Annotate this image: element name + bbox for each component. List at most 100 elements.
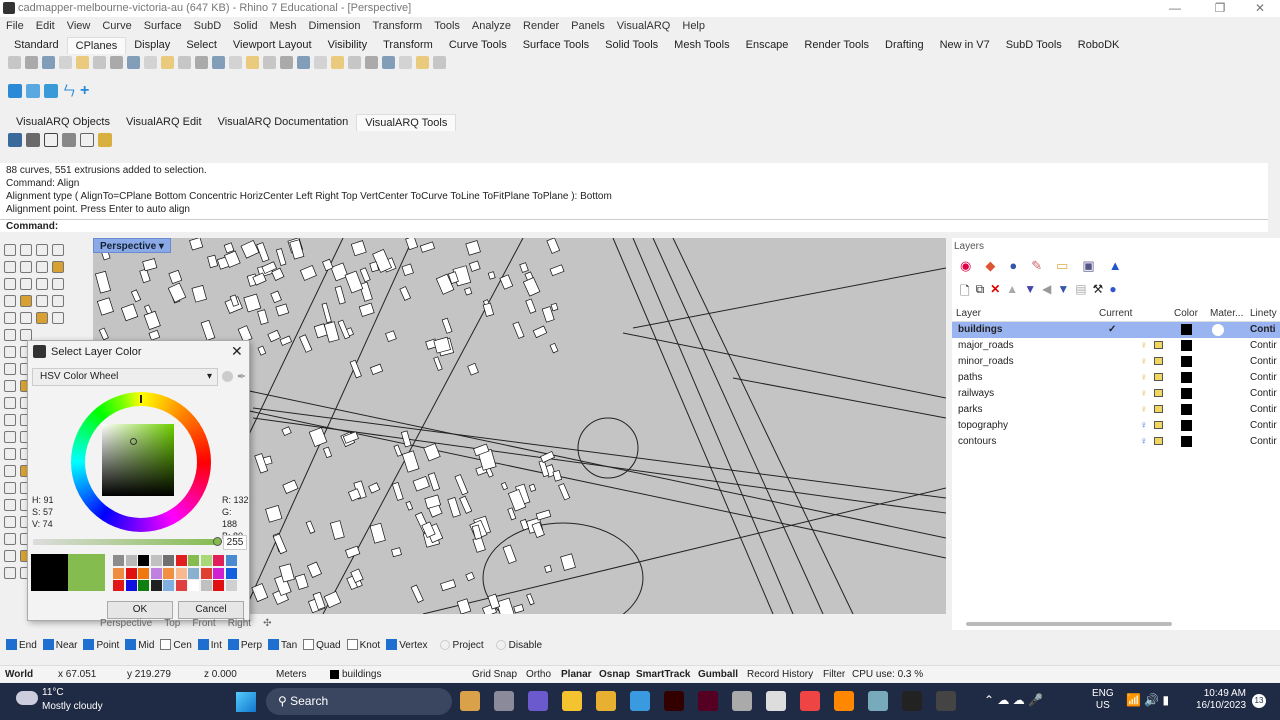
menu-file[interactable]: File (0, 18, 30, 35)
tool-icon[interactable] (20, 261, 32, 273)
grid-snap-toggle[interactable]: Grid Snap (472, 666, 517, 683)
viewport-label[interactable]: Perspective ▾ (93, 238, 171, 253)
layer-row-railways[interactable]: railways ♀ Contir (952, 386, 1280, 402)
checkbox[interactable] (125, 639, 137, 650)
move-up-icon[interactable]: ▲ (1006, 282, 1018, 303)
tab-enscape[interactable]: Enscape (738, 37, 797, 54)
layer-icon[interactable] (26, 84, 40, 98)
tool-icon[interactable] (52, 278, 64, 290)
palette-swatch[interactable] (213, 555, 224, 566)
palette-swatch[interactable] (138, 580, 149, 591)
linetype[interactable]: Contir (1250, 338, 1277, 354)
taskbar-app-icon[interactable] (766, 691, 786, 711)
ortho-toggle[interactable]: Ortho (526, 666, 551, 683)
tab-perspective[interactable]: Perspective (100, 618, 152, 629)
tab-right[interactable]: Right (228, 618, 251, 629)
tab-display[interactable]: Display (126, 37, 178, 54)
tab-subd-tools[interactable]: SubD Tools (998, 37, 1070, 54)
weather-icon[interactable] (16, 691, 38, 705)
checkbox[interactable] (303, 639, 315, 650)
taskbar-app-icon[interactable] (494, 691, 514, 711)
taskbar-app-icon[interactable] (834, 691, 854, 711)
cplane-tool-icon[interactable] (42, 56, 55, 69)
tool-icon[interactable] (36, 278, 48, 290)
cplane-tool-icon[interactable] (348, 56, 361, 69)
cplane-tool-icon[interactable] (331, 56, 344, 69)
sv-marker[interactable] (130, 438, 137, 445)
clock[interactable]: 10:49 AM 16/10/2023 (1196, 688, 1246, 712)
palette-swatch[interactable] (200, 555, 212, 566)
palette-swatch[interactable] (163, 567, 174, 579)
radio[interactable] (495, 640, 506, 650)
filter-toggle[interactable]: Filter (823, 666, 845, 683)
palette-swatch[interactable] (225, 567, 237, 579)
lightbulb-icon[interactable]: ♀ (1140, 386, 1148, 402)
linetype[interactable]: Contir (1250, 354, 1277, 370)
tool-icon[interactable] (36, 261, 48, 273)
cplane-tool-icon[interactable] (178, 56, 191, 69)
cplane-tool-icon[interactable] (195, 56, 208, 69)
hue-marker[interactable] (140, 395, 142, 403)
taskbar-app-icon[interactable] (732, 691, 752, 711)
tab-surface-tools[interactable]: Surface Tools (515, 37, 597, 54)
tab-visibility[interactable]: Visibility (320, 37, 376, 54)
cplane-tool-icon[interactable] (144, 56, 157, 69)
checkbox[interactable] (160, 639, 172, 650)
osnap-int[interactable]: Int (197, 639, 222, 653)
house-icon[interactable] (44, 133, 58, 147)
osnap-near[interactable]: Near (42, 639, 77, 653)
tool-icon[interactable] (52, 312, 64, 324)
layer-name[interactable]: topography (958, 418, 1008, 434)
palette-swatch[interactable] (225, 580, 237, 591)
tab-visualarq-edit[interactable]: VisualARQ Edit (118, 114, 210, 131)
palette-swatch[interactable] (188, 567, 199, 579)
palette-swatch[interactable] (175, 555, 187, 566)
cplane-tool-icon[interactable] (212, 56, 225, 69)
palette-swatch[interactable] (125, 567, 137, 579)
network-sound-icons[interactable]: 📶 🔊 ▮ (1126, 693, 1169, 707)
cplane-tool-icon[interactable] (246, 56, 259, 69)
weather-text[interactable]: Mostly cloudy (42, 701, 103, 712)
cplane-tool-icon[interactable] (8, 56, 21, 69)
linetype[interactable]: Contir (1250, 418, 1277, 434)
layer-color-swatch[interactable] (1181, 372, 1192, 383)
copy-icon[interactable]: ▤ (1075, 282, 1086, 303)
tab-cplanes[interactable]: CPlanes (66, 37, 127, 54)
layer-row-contours[interactable]: contours ♀ Contir (952, 434, 1280, 450)
cplane-tool-icon[interactable] (229, 56, 242, 69)
tool-icon[interactable] (4, 312, 16, 324)
tool-icon[interactable] (20, 278, 32, 290)
tool-icon[interactable] (36, 312, 48, 324)
cplane-tool-icon[interactable] (280, 56, 293, 69)
checkbox[interactable] (268, 639, 280, 650)
tool-icon[interactable] (4, 329, 16, 341)
building-icon[interactable] (26, 133, 40, 147)
material-icon[interactable] (1212, 324, 1224, 336)
command-input[interactable]: Command: (0, 219, 1268, 232)
layer-name[interactable]: major_roads (958, 338, 1014, 354)
minimize-button[interactable]: — (1160, 0, 1190, 17)
display-color-icon[interactable]: ◉ (960, 258, 971, 274)
tab-solid-tools[interactable]: Solid Tools (597, 37, 666, 54)
osnap-tan[interactable]: Tan (268, 639, 297, 653)
layers-tab-icon[interactable]: ◆ (985, 258, 995, 274)
palette-swatch[interactable] (113, 580, 124, 591)
taskbar-app-icon[interactable] (596, 691, 616, 711)
osnap-point[interactable]: Point (83, 639, 119, 653)
palette-swatch[interactable] (175, 567, 187, 579)
add-viewport-icon[interactable]: ✣ (263, 618, 271, 629)
col-color[interactable]: Color (1174, 306, 1198, 322)
cplane-tool-icon[interactable] (416, 56, 429, 69)
lock-open-icon[interactable] (1154, 341, 1163, 349)
tool-icon[interactable] (4, 431, 16, 443)
menu-dimension[interactable]: Dimension (303, 18, 367, 35)
layer-row-topography[interactable]: topography ♀ Contir (952, 418, 1280, 434)
tab-select[interactable]: Select (178, 37, 225, 54)
menu-solid[interactable]: Solid (227, 18, 263, 35)
new-sublayer-icon[interactable]: ⧉ (976, 282, 985, 303)
col-current[interactable]: Current (1099, 306, 1132, 322)
menu-help[interactable]: Help (676, 18, 711, 35)
close-icon[interactable]: ✕ (231, 343, 243, 360)
menu-analyze[interactable]: Analyze (466, 18, 517, 35)
render-icon[interactable]: ▣ (1082, 258, 1094, 274)
